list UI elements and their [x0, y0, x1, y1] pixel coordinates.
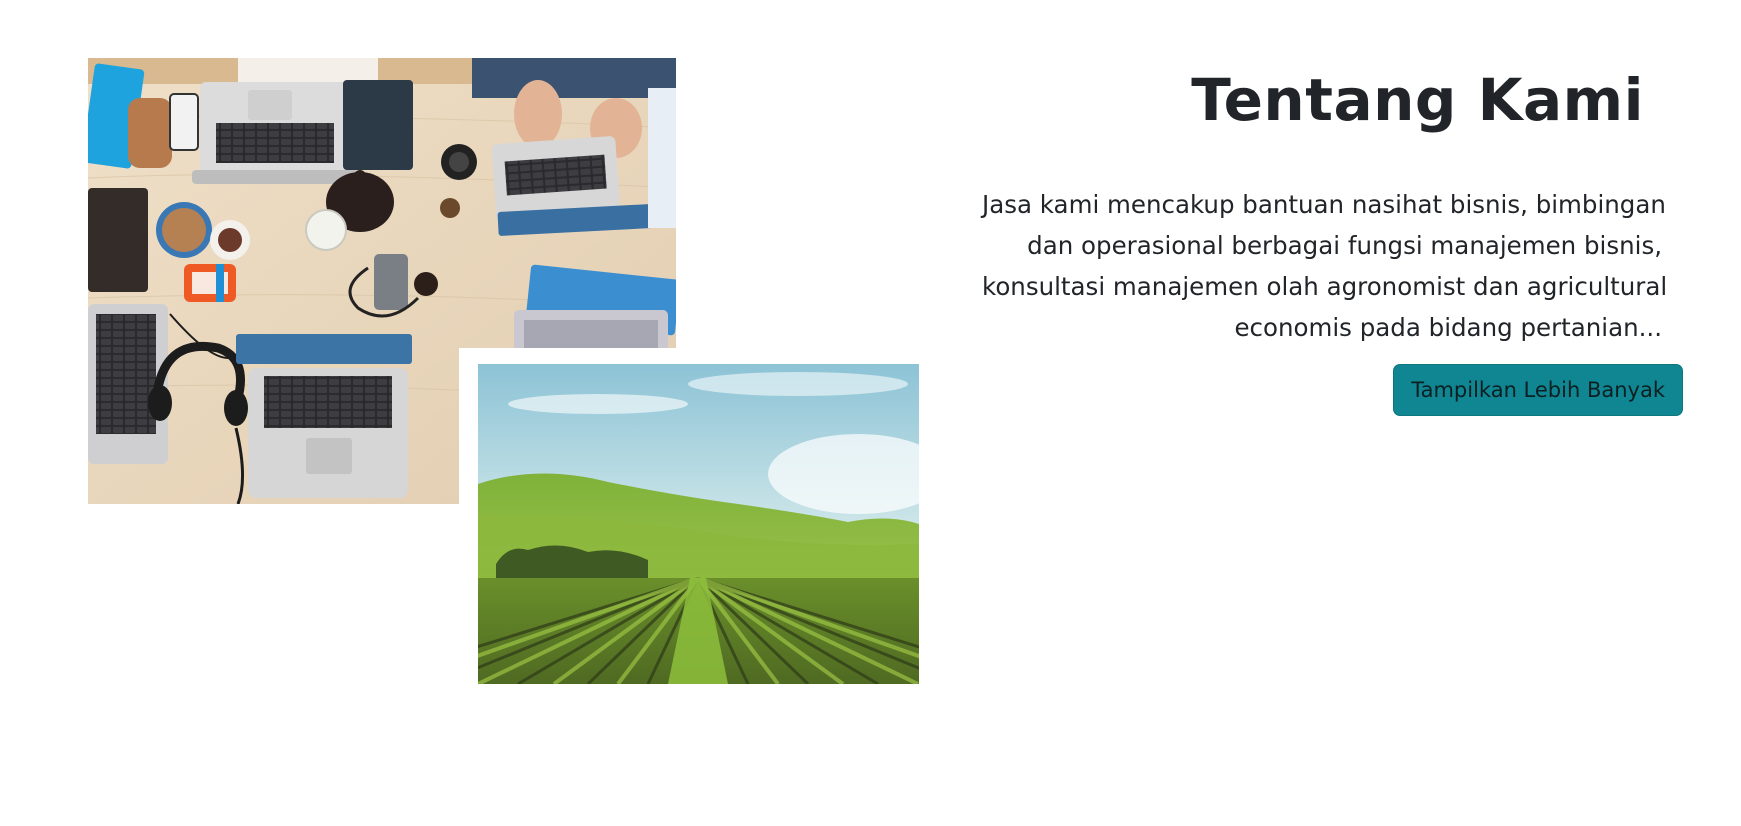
about-description-line: dan operasional berbagai fungsi manajeme…	[1027, 231, 1662, 260]
about-description: Jasa kami mencakup bantuan nasihat bisni…	[982, 184, 1668, 348]
about-description-line: konsultasi manajemen olah agronomist dan…	[982, 272, 1668, 301]
show-more-button[interactable]: Tampilkan Lebih Banyak	[1393, 364, 1683, 416]
about-section: Tentang Kami Jasa kami mencakup bantuan …	[0, 0, 1741, 826]
farm-photo-frame	[459, 348, 921, 700]
farm-field-photo	[478, 364, 919, 684]
about-description-line: Jasa kami mencakup bantuan nasihat bisni…	[982, 190, 1666, 219]
about-description-line: economis pada bidang pertanian...	[1234, 313, 1662, 342]
about-title: Tentang Kami	[1191, 66, 1644, 134]
